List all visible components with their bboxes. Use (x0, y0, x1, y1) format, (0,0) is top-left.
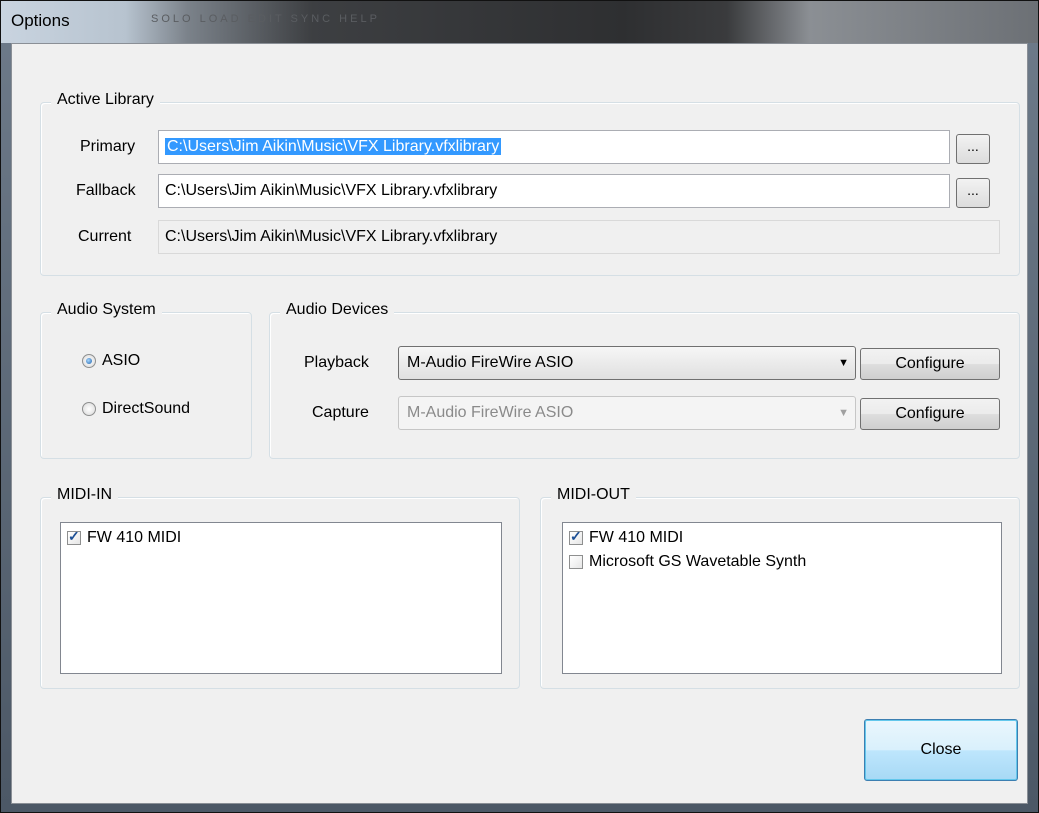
radio-unselected-icon (82, 402, 96, 416)
primary-label: Primary (80, 138, 136, 155)
primary-path-selected-text: C:\Users\Jim Aikin\Music\VFX Library.vfx… (165, 138, 502, 155)
radio-label: ASIO (102, 352, 141, 369)
playback-configure-button[interactable]: Configure (860, 348, 1000, 380)
capture-device-value: M-Audio FireWire ASIO (407, 404, 574, 421)
dialog-title: Options (11, 11, 70, 30)
audio-system-directsound-radio[interactable]: DirectSound (82, 400, 190, 418)
checkbox-unchecked-icon (569, 555, 583, 569)
checkbox-checked-icon (67, 528, 81, 545)
capture-configure-button[interactable]: Configure (860, 398, 1000, 430)
playback-device-value: M-Audio FireWire ASIO (407, 354, 574, 371)
current-path-field: C:\Users\Jim Aikin\Music\VFX Library.vfx… (158, 220, 1000, 254)
midi-in-listbox[interactable]: FW 410 MIDI (60, 522, 502, 674)
chevron-down-icon: ▼ (838, 357, 849, 369)
midi-in-item-label: FW 410 MIDI (87, 529, 182, 546)
fallback-browse-button[interactable]: ... (956, 178, 990, 208)
checkbox-checked-icon (569, 528, 583, 545)
radio-selected-icon (82, 354, 96, 368)
fallback-label: Fallback (76, 182, 136, 199)
capture-label: Capture (312, 404, 369, 421)
options-dialog: Options SOLO LOAD EDIT SYNC HELP Active … (0, 0, 1039, 813)
chevron-down-icon: ▼ (838, 407, 849, 419)
midi-in-group-label: MIDI-IN (51, 486, 119, 504)
midi-out-item[interactable]: FW 410 MIDI (569, 528, 684, 547)
radio-label: DirectSound (102, 400, 191, 417)
background-app-menu: SOLO LOAD EDIT SYNC HELP (151, 13, 380, 25)
playback-device-dropdown[interactable]: M-Audio FireWire ASIO ▼ (398, 346, 856, 380)
midi-in-item[interactable]: FW 410 MIDI (67, 528, 182, 547)
audio-system-group: Audio System (40, 301, 252, 459)
current-label: Current (78, 228, 132, 245)
midi-out-item[interactable]: Microsoft GS Wavetable Synth (569, 553, 806, 571)
close-button[interactable]: Close (864, 719, 1018, 781)
capture-device-dropdown[interactable]: M-Audio FireWire ASIO ▼ (398, 396, 856, 430)
midi-out-item-label: FW 410 MIDI (589, 529, 684, 546)
audio-devices-group: Audio Devices (269, 301, 1020, 459)
active-library-group-label: Active Library (51, 91, 160, 109)
playback-label: Playback (304, 354, 369, 371)
audio-devices-group-label: Audio Devices (280, 301, 395, 319)
midi-out-group-label: MIDI-OUT (551, 486, 636, 504)
primary-browse-button[interactable]: ... (956, 134, 990, 164)
audio-system-asio-radio[interactable]: ASIO (82, 352, 140, 370)
audio-system-group-label: Audio System (51, 301, 162, 319)
midi-out-listbox[interactable]: FW 410 MIDI Microsoft GS Wavetable Synth (562, 522, 1002, 674)
dialog-client-area: Active Library Primary C:\Users\Jim Aiki… (11, 43, 1028, 804)
midi-out-item-label: Microsoft GS Wavetable Synth (589, 553, 807, 570)
fallback-path-input[interactable]: C:\Users\Jim Aikin\Music\VFX Library.vfx… (158, 174, 950, 208)
title-bar[interactable]: Options SOLO LOAD EDIT SYNC HELP (1, 1, 1038, 43)
primary-path-input[interactable]: C:\Users\Jim Aikin\Music\VFX Library.vfx… (158, 130, 950, 164)
